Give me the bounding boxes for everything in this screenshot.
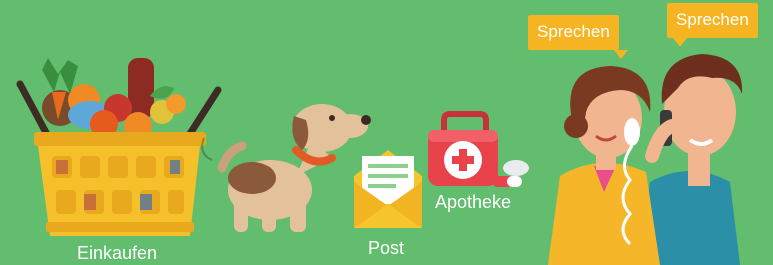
phone-conversation-icon [548,54,743,265]
woman-speech-bubble: Sprechen [528,15,628,59]
illustration-scene: Einkaufen Post Apotheke Sprechen Spreche… [0,0,773,265]
man-speech-bubble: Sprechen [667,3,758,47]
